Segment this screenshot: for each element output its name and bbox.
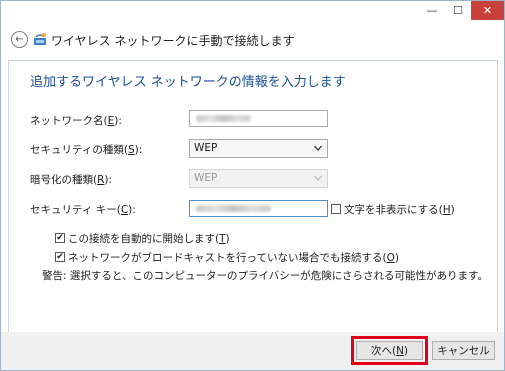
chevron-down-icon bbox=[314, 175, 322, 181]
security-type-label: セキュリティの種類(S): bbox=[30, 144, 143, 156]
masked-network-name bbox=[196, 115, 251, 122]
security-type-value: WEP bbox=[194, 142, 218, 154]
content-panel: 追加するワイヤレス ネットワークの情報を入力します ネットワーク名(E): セキ… bbox=[8, 60, 498, 333]
auto-start-checkbox[interactable]: ✔ bbox=[55, 233, 65, 243]
checkmark-icon: ✔ bbox=[56, 232, 64, 243]
hide-characters-label[interactable]: 文字を非表示にする(H) bbox=[344, 202, 455, 217]
close-button[interactable]: ✕ bbox=[471, 1, 504, 20]
cancel-button[interactable]: キャンセル bbox=[432, 341, 495, 360]
encryption-type-select: WEP bbox=[189, 169, 328, 188]
close-icon: ✕ bbox=[482, 4, 493, 17]
network-name-label: ネットワーク名(E): bbox=[30, 115, 122, 127]
minimize-icon: — bbox=[426, 4, 438, 17]
back-arrow-icon: ← bbox=[15, 33, 24, 45]
security-key-label: セキュリティ キー(C): bbox=[30, 204, 136, 216]
auto-start-label[interactable]: この接続を自動的に開始します(T) bbox=[68, 231, 230, 246]
page-heading: 追加するワイヤレス ネットワークの情報を入力します bbox=[30, 75, 346, 90]
wireless-network-icon bbox=[34, 33, 46, 45]
masked-security-key bbox=[196, 205, 271, 212]
encryption-type-label: 暗号化の種類(R): bbox=[30, 174, 113, 186]
checkmark-icon: ✔ bbox=[56, 251, 64, 262]
back-button[interactable]: ← bbox=[11, 31, 28, 48]
connect-hidden-network-checkbox[interactable]: ✔ bbox=[55, 252, 65, 262]
hide-characters-checkbox[interactable] bbox=[331, 204, 341, 214]
privacy-warning: 警告: 選択すると、このコンピューターのプライバシーが危険にさらされる可能性があ… bbox=[42, 270, 488, 282]
encryption-type-value: WEP bbox=[194, 172, 218, 184]
security-type-select[interactable]: WEP bbox=[189, 139, 328, 158]
chevron-down-icon bbox=[314, 145, 322, 151]
dialog-window: — ☐ ✕ ← ワイヤレス ネットワークに手動で接続します 追加するワイヤレス … bbox=[0, 0, 505, 371]
connect-hidden-network-label[interactable]: ネットワークがブロードキャストを行っていない場合でも接続する(O) bbox=[68, 250, 399, 265]
network-name-input[interactable] bbox=[189, 110, 328, 127]
minimize-button[interactable]: — bbox=[419, 1, 445, 20]
dialog-footer bbox=[1, 332, 504, 370]
dialog-header: ← ワイヤレス ネットワークに手動で接続します bbox=[1, 23, 504, 59]
security-key-input[interactable] bbox=[189, 200, 328, 217]
next-button-highlight bbox=[351, 336, 428, 365]
title-bar: — ☐ ✕ bbox=[1, 1, 504, 23]
maximize-icon: ☐ bbox=[453, 4, 463, 17]
window-title: ワイヤレス ネットワークに手動で接続します bbox=[51, 34, 295, 48]
maximize-button[interactable]: ☐ bbox=[445, 1, 471, 20]
